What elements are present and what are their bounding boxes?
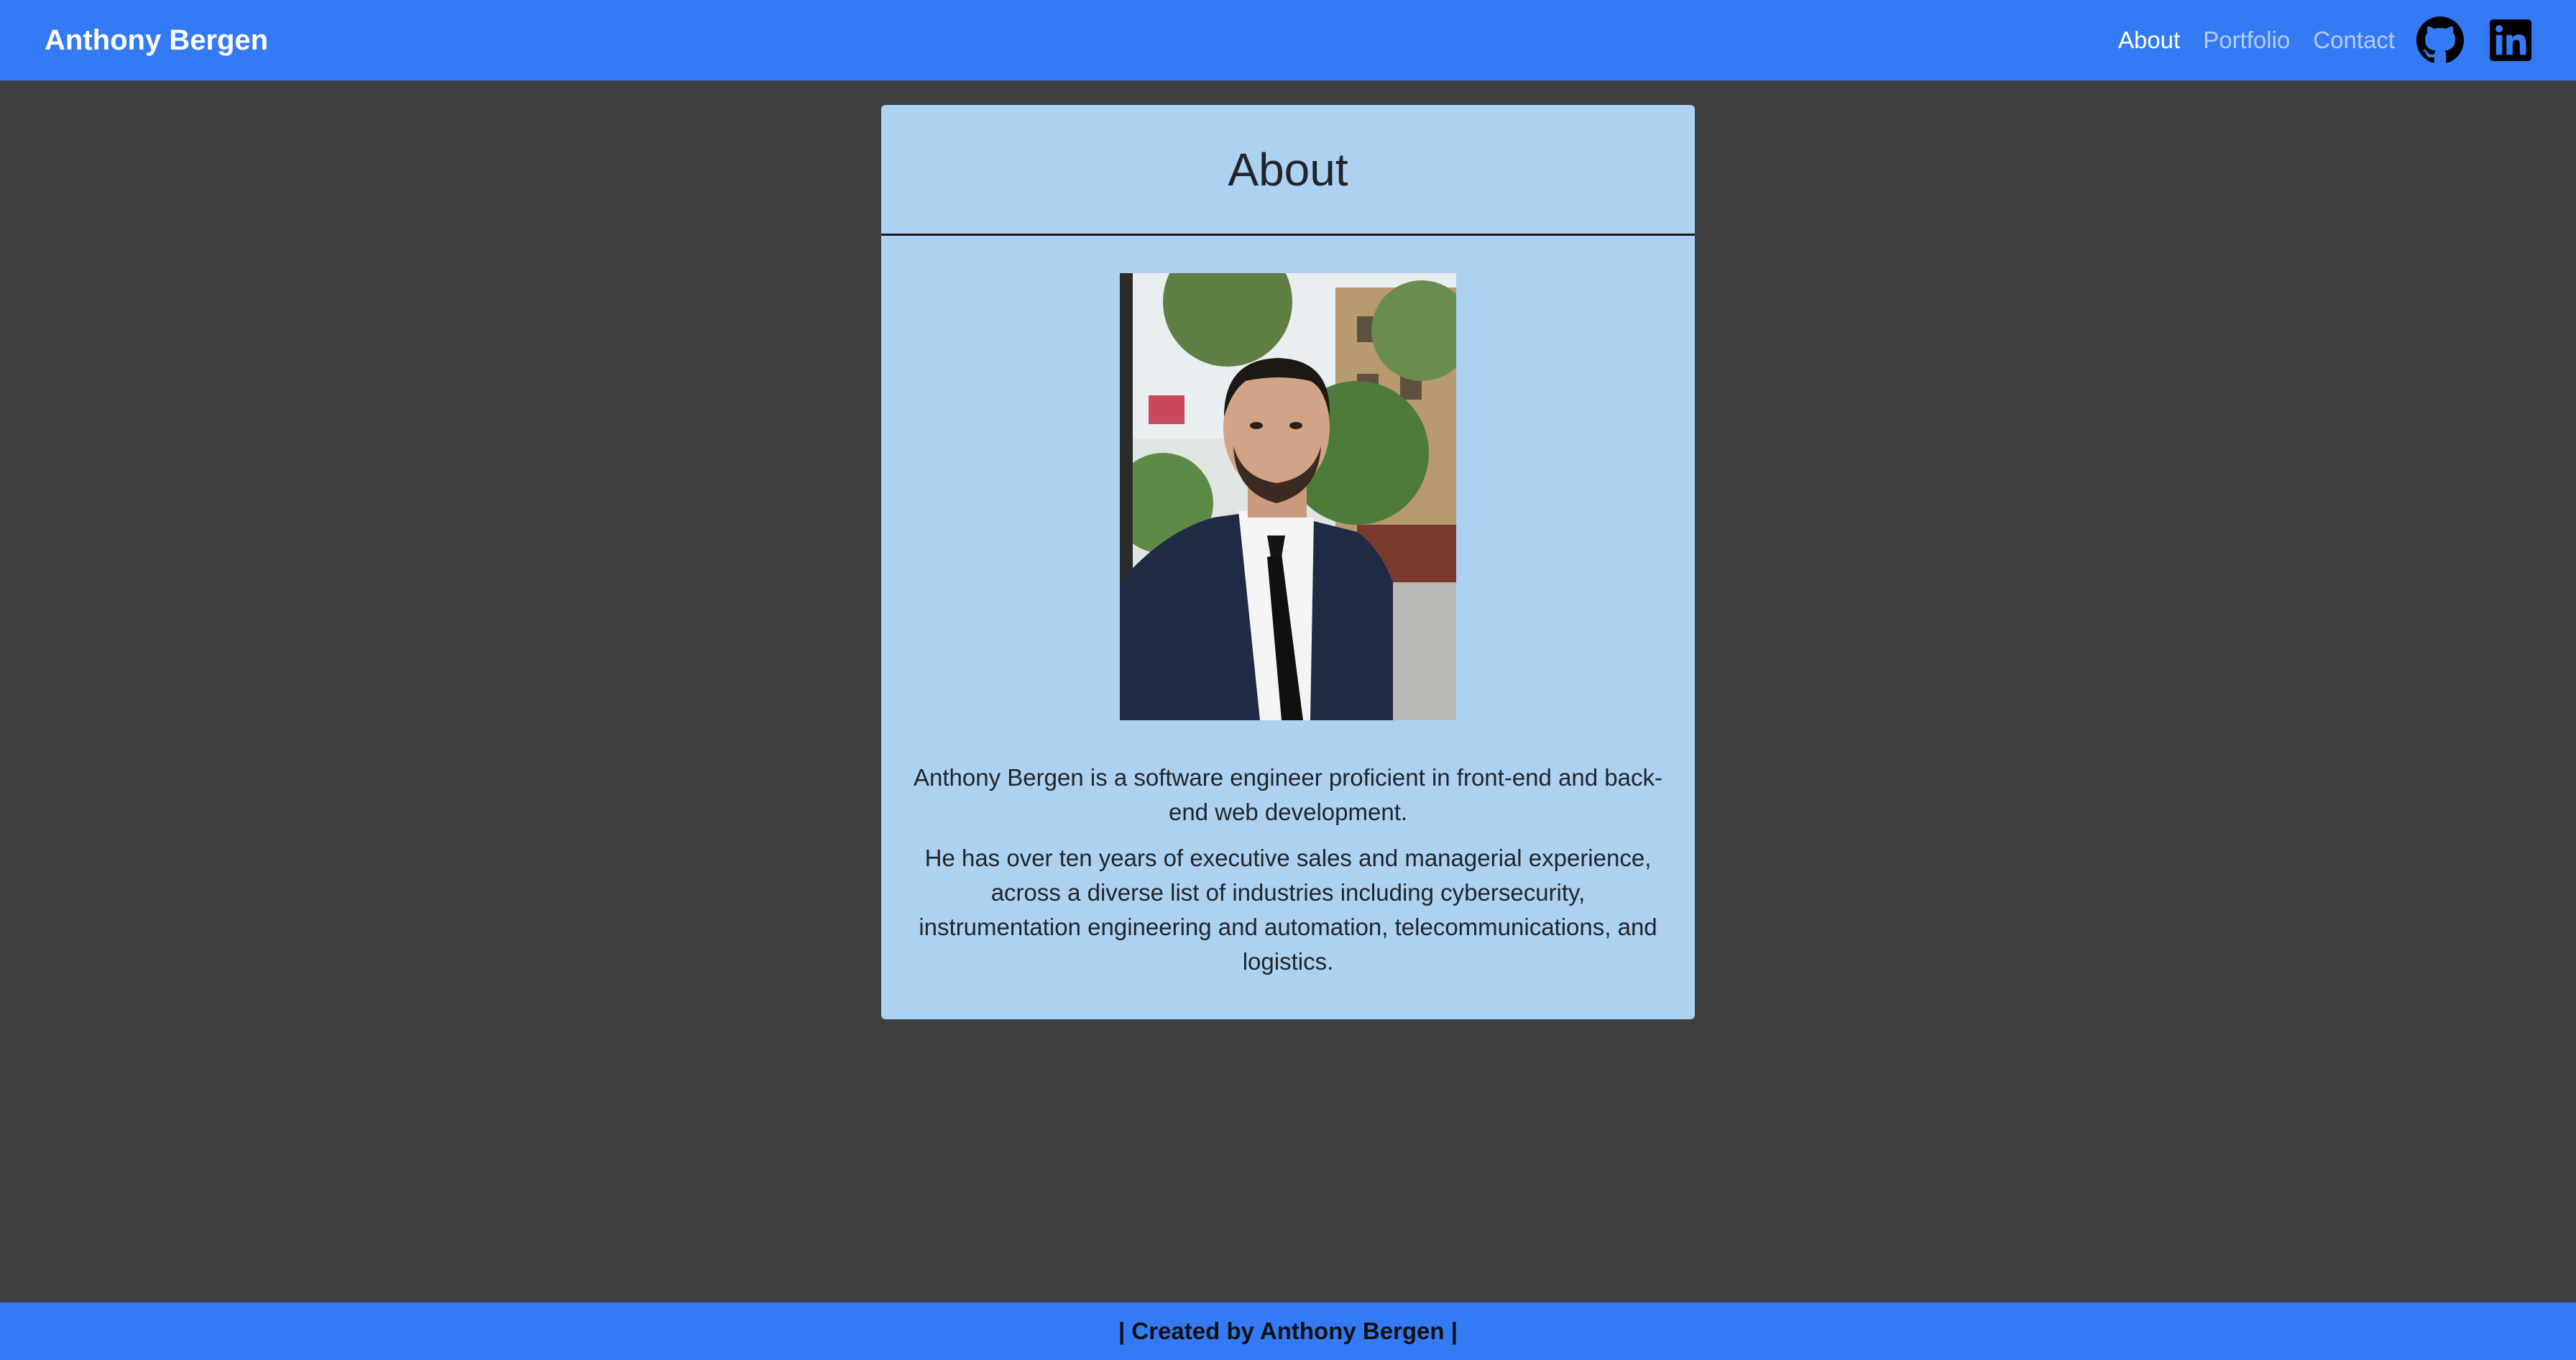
portrait-image bbox=[1120, 273, 1456, 720]
nav-about-link[interactable]: About bbox=[2118, 27, 2180, 54]
bio-paragraph-2: He has over ten years of executive sales… bbox=[919, 845, 1657, 975]
brand-link[interactable]: Anthony Bergen bbox=[45, 24, 268, 57]
linkedin-link[interactable] bbox=[2464, 19, 2531, 61]
navbar: Anthony Bergen About Portfolio Contact bbox=[0, 0, 2576, 81]
profile-photo bbox=[1120, 273, 1456, 720]
nav-portfolio-link[interactable]: Portfolio bbox=[2203, 27, 2290, 54]
github-icon bbox=[2416, 17, 2464, 63]
nav-links: About Portfolio Contact bbox=[2095, 17, 2531, 64]
footer: | Created by Anthony Bergen | bbox=[0, 1302, 2576, 1360]
linkedin-icon bbox=[2490, 19, 2531, 61]
about-card-header: About bbox=[881, 105, 1695, 236]
social-links bbox=[2416, 17, 2531, 64]
footer-credit: | Created by Anthony Bergen | bbox=[1118, 1318, 1458, 1344]
page-title: About bbox=[1228, 143, 1348, 196]
github-link[interactable] bbox=[2416, 17, 2464, 64]
bio-paragraph-1: Anthony Bergen is a software engineer pr… bbox=[914, 764, 1662, 825]
about-card: About Anthony Bergen is a software engin… bbox=[881, 105, 1695, 1019]
nav-contact-link[interactable]: Contact bbox=[2313, 27, 2395, 54]
